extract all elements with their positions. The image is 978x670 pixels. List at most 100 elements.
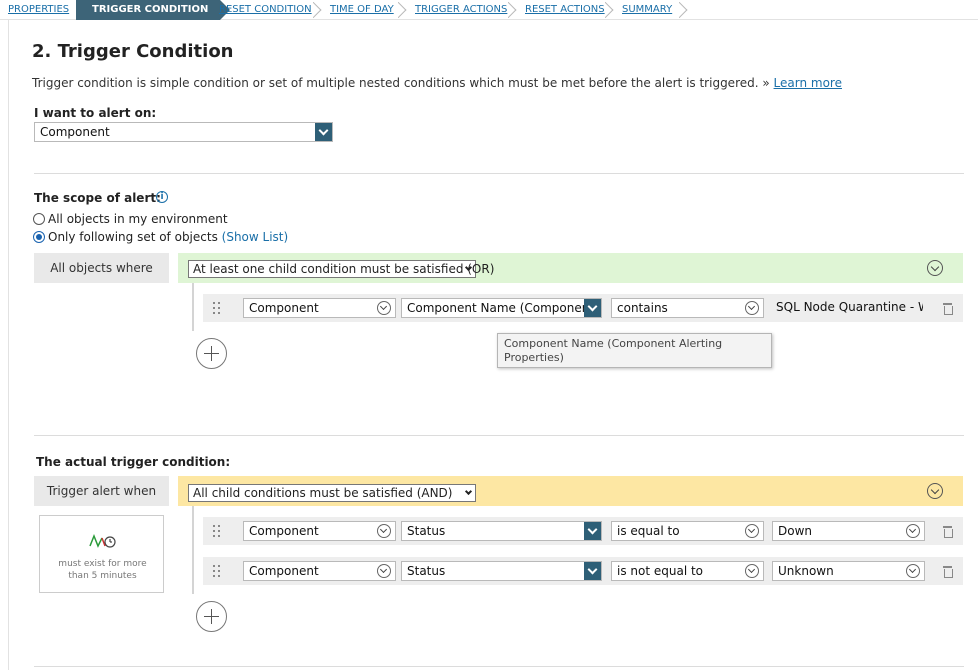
condition-value-text: Down [778,524,813,538]
duration-text-line1: must exist for more [58,559,147,569]
radio-all-label: All objects in my environment [48,212,228,226]
trigger-group-band: All child conditions must be satisfied (… [178,476,963,506]
step-reset-condition[interactable]: RESET CONDITION [219,0,312,20]
scope-label: The scope of alert: [34,191,161,205]
condition-field-value: Status [407,524,446,538]
step-summary[interactable]: SUMMARY [622,0,672,20]
condition-field-value: Component Name (Component Alerting Prope… [407,301,601,315]
condition-value-select[interactable]: Unknown [772,561,925,581]
chevron-down-icon [584,299,601,317]
scope-group-band: At least one child condition must be sat… [178,253,963,283]
step-time-of-day[interactable]: TIME OF DAY [330,0,394,20]
condition-value-input[interactable]: SQL Node Quarantine - Windows [771,298,923,318]
chevron-down-icon [906,564,920,578]
chevron-right-icon [605,2,617,18]
add-scope-condition-button[interactable] [196,338,227,369]
chevron-down-icon [377,564,391,578]
field-tooltip: Component Name (Component Alerting Prope… [497,333,772,368]
drag-handle-icon[interactable] [213,565,221,577]
condition-operator-value: contains [617,301,668,315]
condition-field-select[interactable]: Component Name (Component Alerting Prope… [401,298,602,318]
condition-object-value: Component [249,301,319,315]
condition-operator-select[interactable]: is not equal to [611,561,764,581]
trash-icon[interactable] [942,303,954,315]
trigger-label: The actual trigger condition: [36,455,231,469]
condition-value-select[interactable]: Down [772,521,925,541]
trigger-condition-row: Component Status is not equal to Unknown [203,557,963,585]
chevron-down-icon [745,564,759,578]
page-border [8,20,9,670]
chevron-down-icon [584,562,601,580]
collapse-icon[interactable] [927,483,943,499]
radio-unchecked-icon[interactable] [33,213,45,225]
condition-value-text: Unknown [778,564,834,578]
chevron-right-icon [313,2,325,18]
drag-handle-icon[interactable] [213,525,221,537]
condition-object-select[interactable]: Component [243,521,396,541]
chevron-right-icon [398,2,410,18]
condition-operator-select[interactable]: is equal to [611,521,764,541]
trigger-condition-row: Component Status is equal to Down [203,517,963,545]
chevron-down-icon [377,524,391,538]
drag-handle-icon[interactable] [213,302,221,314]
page-title: 2. Trigger Condition [32,41,234,62]
condition-object-select[interactable]: Component [243,561,396,581]
alert-on-value: Component [40,125,110,139]
chevron-down-icon [377,301,391,315]
alert-on-select[interactable]: Component [34,122,333,142]
chevron-down-icon [745,301,759,315]
tree-line [192,283,194,331]
radio-all-objects[interactable]: All objects in my environment [33,212,228,226]
info-icon[interactable]: i [156,191,168,203]
divider [34,666,964,667]
trigger-group-select[interactable]: All child conditions must be satisfied (… [188,484,476,502]
wizard-breadcrumb: PROPERTIES TRIGGER CONDITION RESET CONDI… [0,0,978,20]
scope-condition-row: Component Component Name (Component Aler… [203,294,963,322]
duration-text-line2: than 5 minutes [68,571,137,581]
chevron-down-icon [906,524,920,538]
condition-field-select[interactable]: Status [401,521,602,541]
trigger-when-label: Trigger alert when [34,476,169,506]
scope-group-select[interactable]: At least one child condition must be sat… [188,260,494,278]
page-description: Trigger condition is simple condition or… [32,76,842,90]
alert-on-label: I want to alert on: [34,106,157,120]
chevron-down-icon [584,522,601,540]
radio-checked-icon[interactable] [33,231,45,243]
condition-field-select[interactable]: Status [401,561,602,581]
step-reset-actions[interactable]: RESET ACTIONS [525,0,605,20]
chevron-right-icon [679,2,691,18]
chevron-down-icon [745,524,759,538]
chevron-down-icon [315,123,332,141]
condition-operator-select[interactable]: contains [611,298,764,318]
condition-object-value: Component [249,524,319,538]
tree-line [192,506,194,594]
duration-text: must exist for more than 5 minutes [40,558,165,582]
condition-operator-value: is equal to [617,524,680,538]
step-trigger-condition[interactable]: TRIGGER CONDITION [76,0,231,20]
condition-operator-value: is not equal to [617,564,704,578]
divider [34,173,964,174]
condition-value-text: SQL Node Quarantine - Windows [776,300,923,314]
scope-group-value: At least one child condition must be sat… [193,262,495,276]
trash-icon[interactable] [942,566,954,578]
condition-duration-box[interactable]: must exist for more than 5 minutes [39,515,164,593]
radio-following-label: Only following set of objects [48,230,218,244]
description-text: Trigger condition is simple condition or… [32,76,770,90]
condition-object-value: Component [249,564,319,578]
learn-more-link[interactable]: Learn more [774,76,842,90]
add-trigger-condition-button[interactable] [196,601,227,632]
trigger-group-value: All child conditions must be satisfied (… [193,486,453,500]
condition-field-value: Status [407,564,446,578]
condition-object-select[interactable]: Component [243,298,396,318]
step-properties[interactable]: PROPERTIES [8,0,69,20]
radio-following-objects[interactable]: Only following set of objects (Show List… [33,230,288,244]
collapse-icon[interactable] [927,260,943,276]
trash-icon[interactable] [942,526,954,538]
divider [34,435,964,436]
duration-chart-icon [89,533,116,548]
chevron-right-icon [508,2,520,18]
show-list-link[interactable]: (Show List) [222,230,289,244]
chevron-down-icon [464,487,473,496]
step-trigger-actions[interactable]: TRIGGER ACTIONS [415,0,507,20]
scope-where-label: All objects where [34,253,169,283]
